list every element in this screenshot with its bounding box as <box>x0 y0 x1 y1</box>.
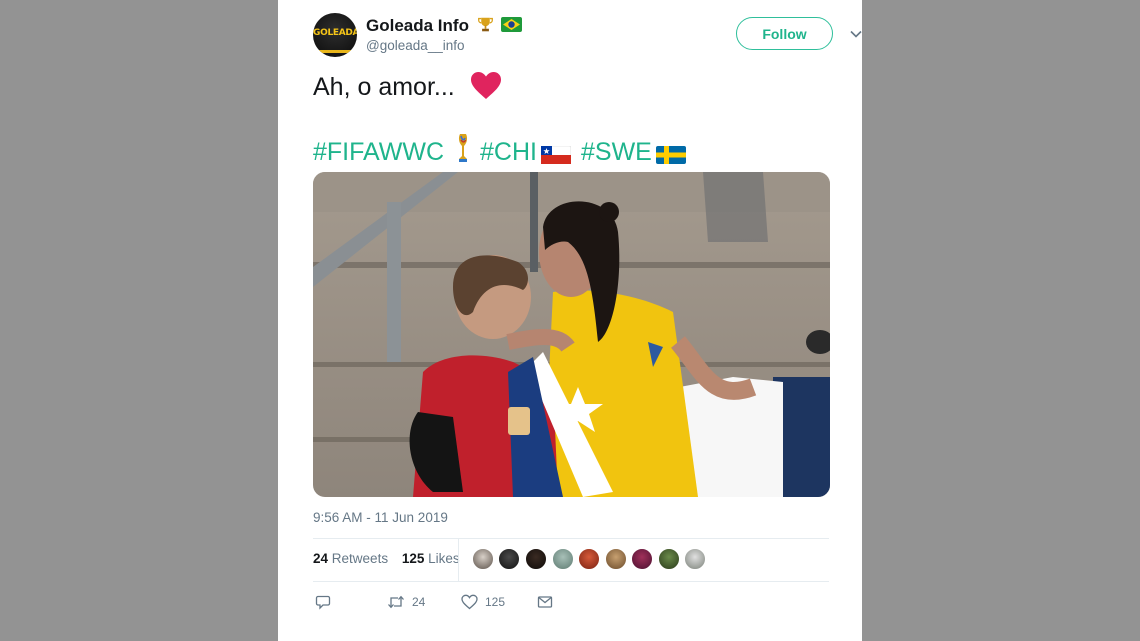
hashtag-chi[interactable]: #CHI <box>480 138 537 166</box>
liker-avatar[interactable] <box>472 548 494 570</box>
tweet-card: GOLEADA Goleada Info @goleada__info Foll… <box>278 0 862 641</box>
like-icon <box>461 594 478 610</box>
trophy-icon <box>477 17 499 35</box>
liker-avatar[interactable] <box>498 548 520 570</box>
author-handle[interactable]: @goleada__info <box>366 38 465 53</box>
hashtag-swe[interactable]: #SWE <box>581 138 652 166</box>
like-button[interactable]: 125 <box>461 592 505 612</box>
heart-icon <box>470 72 501 99</box>
liker-avatar[interactable] <box>631 548 653 570</box>
tweet-text: Ah, o amor... <box>313 71 502 102</box>
liker-avatar[interactable] <box>525 548 547 570</box>
likes-count: 125 <box>401 551 425 566</box>
tweet-timestamp[interactable]: 9:56 AM - 11 Jun 2019 <box>313 510 448 525</box>
tweet-stats: 24 Retweets 125 Likes <box>313 551 460 566</box>
sweden-flag-icon <box>655 146 686 164</box>
author-name[interactable]: Goleada Info <box>366 16 523 36</box>
retweet-count: 24 <box>412 595 426 609</box>
retweet-icon <box>388 595 404 609</box>
retweets-stat[interactable]: 24 Retweets <box>313 551 388 566</box>
follow-button[interactable]: Follow <box>736 17 833 50</box>
direct-message-button[interactable] <box>537 592 553 612</box>
avatar-logo-text: GOLEADA <box>313 28 357 38</box>
author-name-text: Goleada Info <box>366 16 469 35</box>
chile-flag-icon <box>540 146 571 164</box>
retweet-button[interactable]: 24 <box>387 592 425 612</box>
envelope-icon <box>537 596 553 608</box>
divider-top <box>313 538 829 539</box>
liker-avatar[interactable] <box>605 548 627 570</box>
hashtag-fifawwc[interactable]: #FIFAWWC <box>313 138 444 166</box>
liker-avatar[interactable] <box>684 548 706 570</box>
reply-button[interactable] <box>315 592 331 612</box>
reply-icon <box>315 595 331 610</box>
tweet-photo[interactable] <box>313 172 830 497</box>
tweet-actions: 24 125 <box>313 592 613 614</box>
liker-avatar[interactable] <box>658 548 680 570</box>
likes-stat[interactable]: 125 Likes <box>402 551 460 566</box>
avatar[interactable]: GOLEADA <box>313 13 357 57</box>
liker-avatar[interactable] <box>578 548 600 570</box>
likes-label: Likes <box>428 551 460 566</box>
brazil-flag-icon <box>501 17 523 35</box>
retweets-label: Retweets <box>331 551 389 566</box>
tweet-text-content: Ah, o amor... <box>313 73 455 101</box>
world-cup-trophy-icon <box>458 134 468 162</box>
divider-bottom <box>313 581 829 582</box>
liker-avatar[interactable] <box>552 548 574 570</box>
like-count: 125 <box>485 595 506 609</box>
hashtags: #FIFAWWC #CHI #SWE <box>313 132 696 167</box>
stats-separator <box>458 539 459 582</box>
chevron-down-icon[interactable] <box>849 27 862 41</box>
retweets-count: 24 <box>313 551 329 566</box>
tweet-header: GOLEADA Goleada Info @goleada__info Foll… <box>313 13 862 61</box>
